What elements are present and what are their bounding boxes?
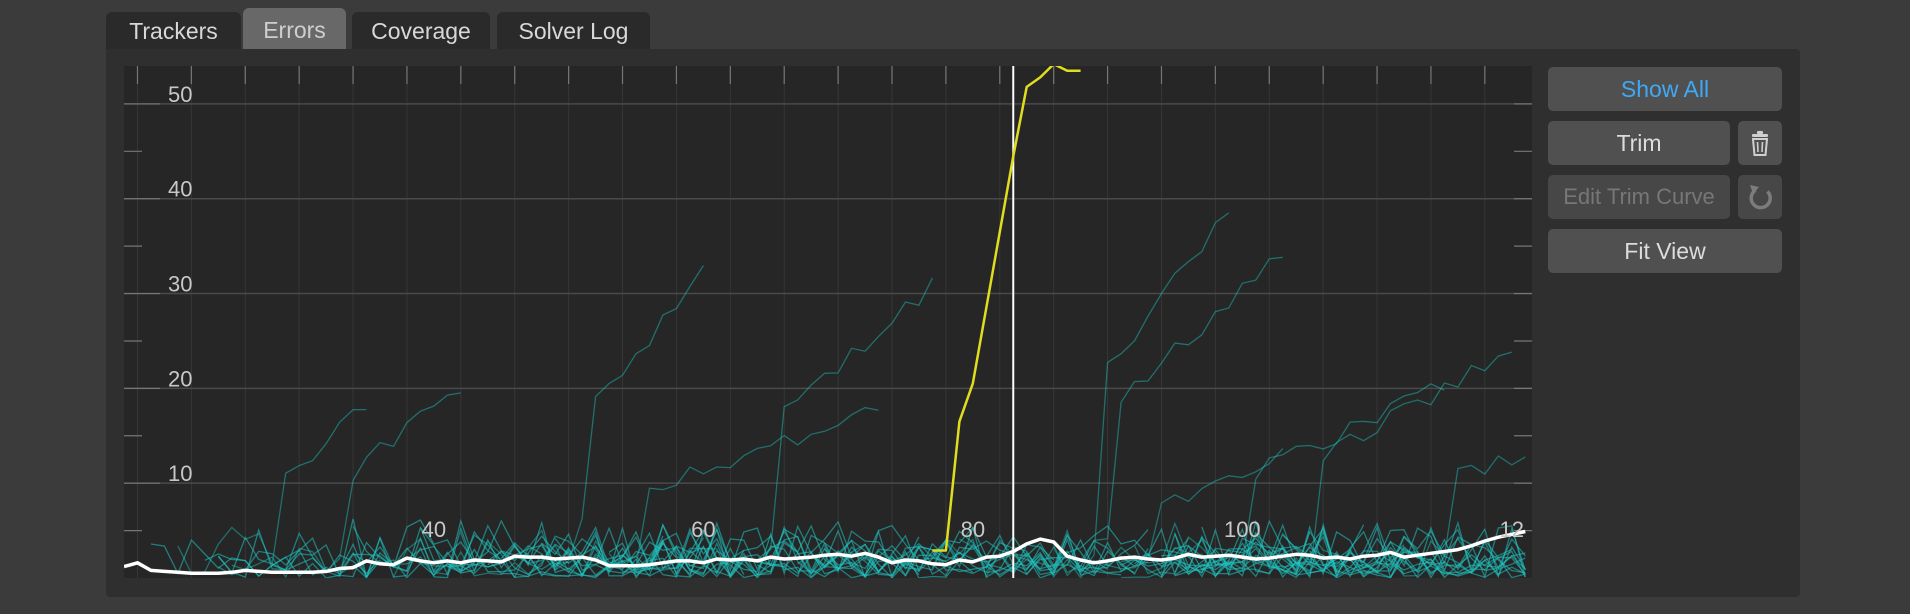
tab-trackers[interactable]: Trackers	[106, 12, 241, 50]
background-track-line	[177, 408, 367, 574]
trim-button[interactable]: Trim	[1548, 121, 1730, 165]
x-tick-label: 40	[422, 517, 446, 542]
error-graph[interactable]: 40 60 80 100 12 10 20 30 40 50	[124, 66, 1532, 578]
x-tick-label: 60	[691, 517, 715, 542]
tab-solver-log[interactable]: Solver Log	[497, 12, 650, 50]
reset-button[interactable]	[1738, 175, 1782, 219]
selected-track-line	[932, 66, 1081, 552]
fit-view-button[interactable]: Fit View	[1548, 229, 1782, 273]
x-tick-label: 100	[1224, 517, 1261, 542]
tab-coverage[interactable]: Coverage	[352, 12, 490, 50]
y-tick-label: 30	[168, 272, 192, 297]
reset-icon	[1749, 185, 1772, 210]
tab-errors[interactable]: Errors	[243, 8, 346, 50]
x-tick-label: 80	[961, 517, 985, 542]
error-chart-svg[interactable]: 40 60 80 100 12 10 20 30 40 50	[124, 66, 1532, 578]
y-tick-label: 50	[168, 82, 192, 107]
show-all-button[interactable]: Show All	[1548, 67, 1782, 111]
series-layer	[124, 66, 1526, 578]
y-tick-label: 20	[168, 366, 192, 391]
y-tick-label: 40	[168, 177, 192, 202]
tick-labels: 40 60 80 100 12 10 20 30 40 50	[168, 82, 1524, 542]
y-tick-label: 10	[168, 461, 192, 486]
delete-button[interactable]	[1738, 121, 1782, 165]
x-tick-label: 12	[1500, 517, 1524, 542]
edit-trim-curve-button[interactable]: Edit Trim Curve	[1548, 175, 1730, 219]
grid-lines	[124, 66, 1532, 578]
trash-icon	[1751, 131, 1769, 156]
